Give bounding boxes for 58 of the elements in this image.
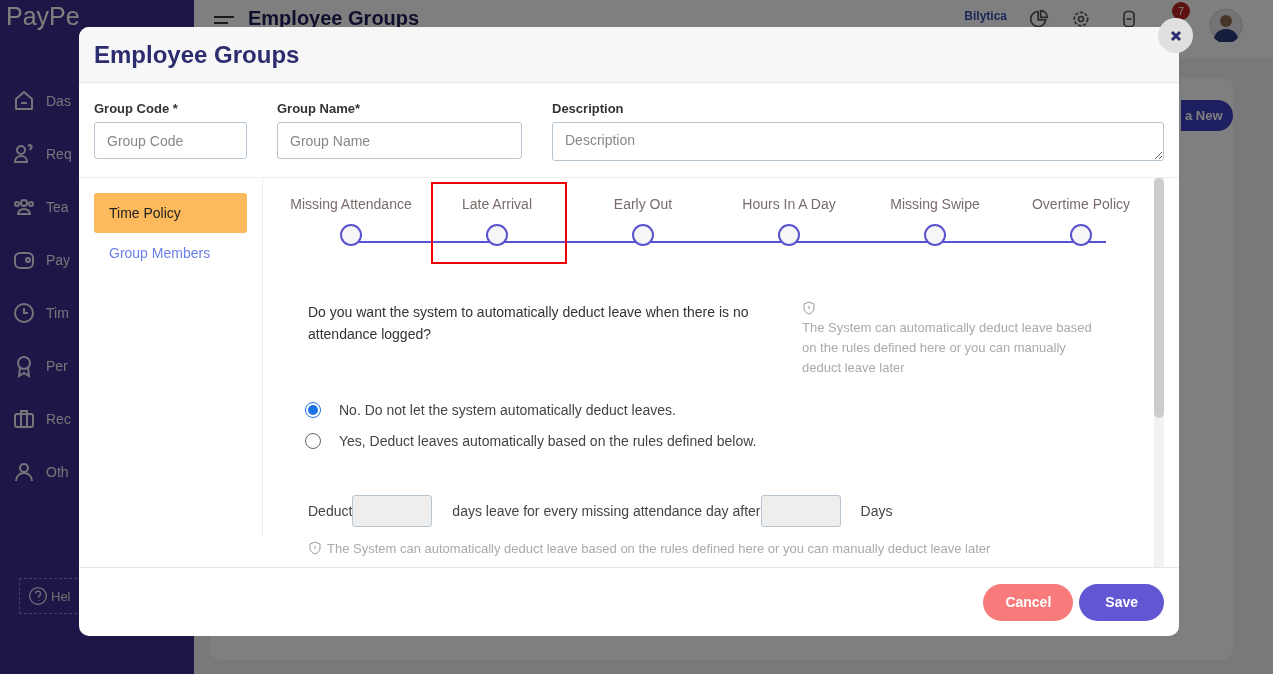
deduct-label: days leave for every missing attendance day after xyxy=(452,503,761,519)
step-circle[interactable] xyxy=(340,224,362,246)
help-button[interactable]: Hel xyxy=(19,578,77,614)
page-title: Employee Groups xyxy=(248,8,420,28)
description-field[interactable]: Description xyxy=(552,122,1164,161)
home-icon xyxy=(12,88,36,113)
close-icon xyxy=(1169,29,1182,42)
avatar-icon[interactable] xyxy=(1209,8,1243,42)
question-text: Do you want the system to automatically deduct leave when there is no attendance logged? xyxy=(308,303,750,344)
sidebar-item[interactable]: Per xyxy=(6,339,73,392)
step-circle[interactable] xyxy=(632,224,654,246)
days-label: Days xyxy=(860,503,893,519)
app-logo: PayPe xyxy=(6,2,81,30)
sidebar-item[interactable]: Tea xyxy=(6,180,73,233)
step-label[interactable]: Late Arrival xyxy=(461,196,532,212)
text-field[interactable]: Group Name xyxy=(277,122,522,159)
notification-badge: 7 xyxy=(1172,2,1190,20)
field-label: Group Code * xyxy=(94,101,179,116)
sidebar-item[interactable]: Req xyxy=(6,127,73,180)
save-button[interactable]: Save xyxy=(1079,583,1164,621)
shield-icon xyxy=(308,541,322,555)
deduct-label: Deduct xyxy=(308,503,353,519)
nav-tab[interactable]: Time Policy xyxy=(94,193,247,233)
note-text: The System can automatically deduct leave based on the rules defined here or you can manually deduct leave later xyxy=(327,541,991,556)
sidebar-item[interactable]: Pay xyxy=(6,233,73,286)
step-label[interactable]: Missing Swipe xyxy=(890,196,980,212)
help-icon xyxy=(28,586,48,606)
days-field[interactable] xyxy=(352,495,433,527)
text-field[interactable]: Group Code xyxy=(94,122,247,159)
nav-link[interactable]: Group Members xyxy=(94,233,247,273)
company-link[interactable]: Bilytica xyxy=(964,9,1007,23)
request-icon xyxy=(12,141,36,166)
field-label: Description xyxy=(552,101,625,116)
add-new-button[interactable]: a New xyxy=(1181,100,1233,131)
sidebar-item[interactable]: Oth xyxy=(6,445,73,498)
step-label[interactable]: Missing Attendance xyxy=(290,196,412,212)
step-circle[interactable] xyxy=(1070,224,1092,246)
settings-icon[interactable] xyxy=(1071,9,1091,29)
sidebar-item[interactable]: Tim xyxy=(6,286,73,339)
step-label[interactable]: Early Out xyxy=(613,196,673,212)
cancel-button[interactable]: Cancel xyxy=(983,583,1074,621)
step-label[interactable]: Hours In A Day xyxy=(742,196,836,212)
hint-text: The System can automatically deduct leave based on the rules defined here or you can manually deduct leave later xyxy=(802,319,1092,377)
days-field[interactable] xyxy=(760,495,841,527)
shield-icon xyxy=(802,301,816,315)
step-circle[interactable] xyxy=(486,224,508,246)
dialog-title: Employee Groups xyxy=(94,40,300,69)
sidebar-item[interactable]: Das xyxy=(6,74,73,127)
sidebar-item[interactable]: Rec xyxy=(6,392,73,445)
step-label[interactable]: Overtime Policy xyxy=(1032,196,1130,212)
clock-icon xyxy=(12,300,36,325)
step-circle[interactable] xyxy=(778,224,800,246)
step-circle[interactable] xyxy=(924,224,946,246)
option-label[interactable]: No. Do not let the system automatically deduct leaves. xyxy=(339,402,676,418)
scrollbar-thumb[interactable] xyxy=(1154,178,1164,418)
pie-chart-icon[interactable] xyxy=(1029,9,1049,29)
field-label: Group Name* xyxy=(277,101,362,116)
option-label[interactable]: Yes, Deduct leaves automatically based on the rules defined below. xyxy=(339,433,757,449)
